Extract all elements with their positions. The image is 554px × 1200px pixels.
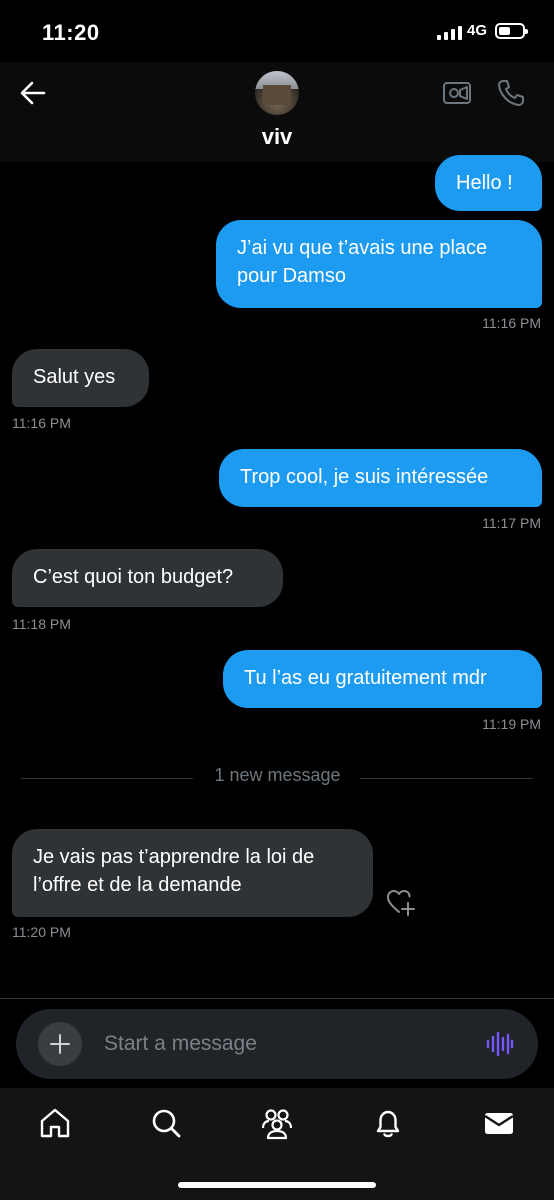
add-reaction-icon[interactable] [386,888,416,916]
message-bubble-incoming[interactable]: C’est quoi ton budget? [12,549,283,607]
back-arrow-icon[interactable] [18,78,48,108]
status-bar: 11:20 4G [0,0,554,62]
status-time: 11:20 [42,20,100,45]
message-timestamp: 11:18 PM [12,616,71,632]
contact-name[interactable]: viv [0,124,554,150]
message-timestamp: 11:19 PM [482,716,541,732]
voice-waveform-icon[interactable] [486,1031,514,1057]
message-bubble-outgoing[interactable]: Hello ! [435,155,542,211]
conversation-header: viv [0,62,554,162]
search-icon[interactable] [149,1106,183,1140]
communities-icon[interactable] [260,1106,294,1140]
network-type: 4G [467,22,488,39]
message-composer [16,1009,538,1079]
message-bubble-outgoing[interactable]: Trop cool, je suis intéressée [219,449,542,507]
composer-separator [0,998,554,999]
home-indicator [178,1182,376,1188]
divider-line [21,778,193,779]
message-timestamp: 11:17 PM [482,515,541,531]
battery-icon [495,23,528,39]
signal-icon [437,26,462,40]
message-timestamp: 11:16 PM [482,315,541,331]
phone-icon[interactable] [496,78,526,108]
message-timestamp: 11:20 PM [12,924,71,940]
add-media-button[interactable] [38,1022,82,1066]
message-input[interactable] [104,1029,444,1059]
message-timestamp: 11:16 PM [12,415,71,431]
video-call-icon[interactable] [442,80,472,106]
new-message-divider: 1 new message [214,765,341,785]
message-bubble-incoming[interactable]: Salut yes [12,349,149,407]
message-bubble-outgoing[interactable]: J’ai vu que t’avais une place pour Damso [216,220,542,308]
avatar[interactable] [255,71,299,115]
plus-icon [50,1034,70,1054]
notifications-icon[interactable] [371,1106,405,1140]
message-bubble-outgoing[interactable]: Tu l’as eu gratuitement mdr [223,650,542,708]
divider-line [360,778,533,779]
home-icon[interactable] [38,1106,72,1140]
message-bubble-incoming[interactable]: Je vais pas t’apprendre la loi de l’offr… [12,829,373,917]
messages-icon[interactable] [482,1106,516,1140]
